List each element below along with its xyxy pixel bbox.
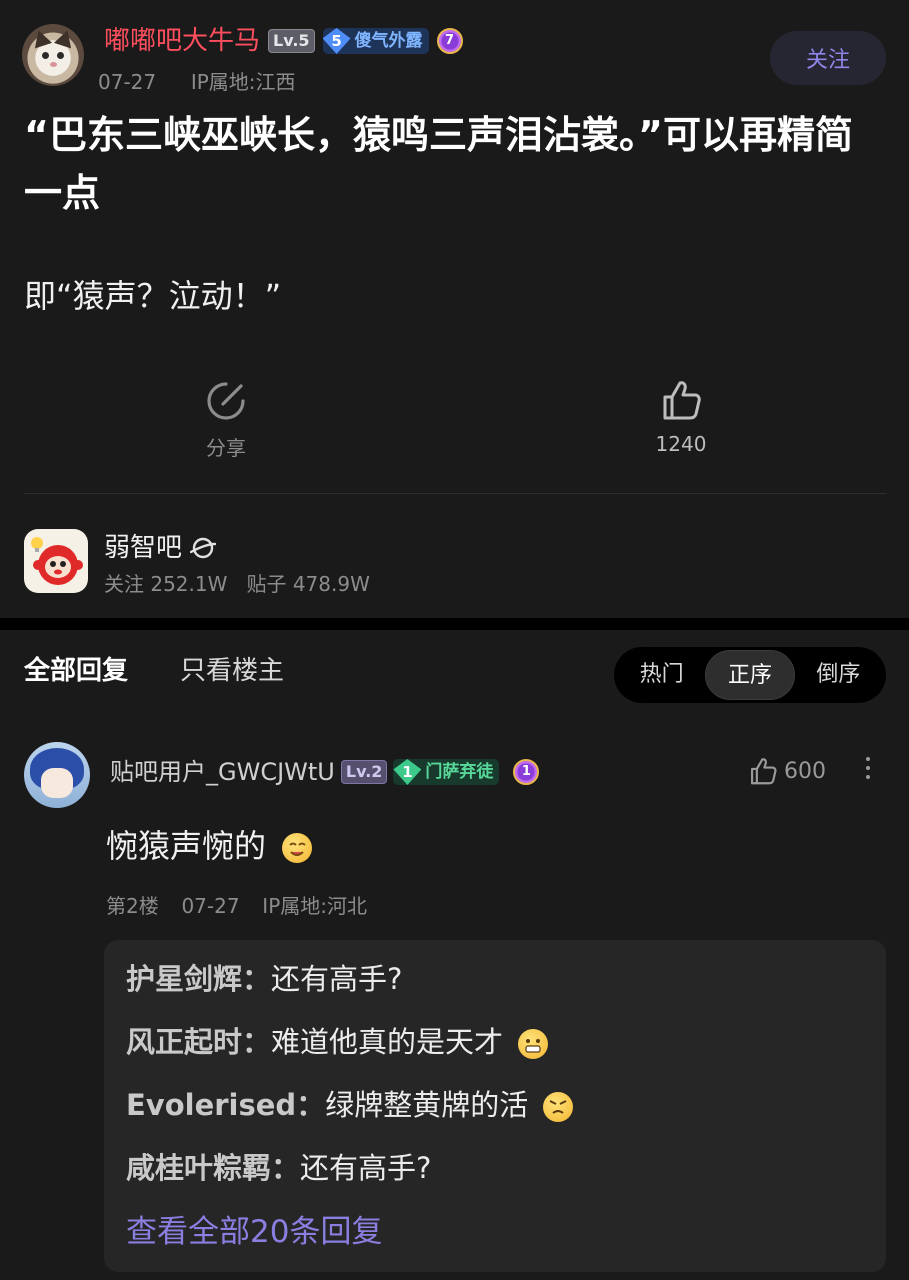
view-all-replies-link[interactable]: 查看全部20条回复	[126, 1210, 864, 1254]
more-options-icon[interactable]	[858, 752, 878, 792]
post-title: “巴东三峡巫峡长，猿鸣三声泪沾裳。”可以再精简一点	[24, 113, 853, 215]
angry-emoji-icon	[543, 1092, 574, 1122]
tab-all-replies[interactable]: 全部回复	[24, 650, 128, 687]
reply-date: 07-27	[181, 894, 240, 918]
thumbs-up-icon	[663, 381, 701, 420]
post-date: 07-27	[98, 70, 157, 94]
forum-stats: 关注 252.1W 贴子 478.9W	[104, 572, 370, 596]
sort-descending[interactable]: 倒序	[795, 650, 882, 700]
section-divider	[0, 618, 909, 630]
forum-mascot-icon	[31, 537, 83, 585]
reply-like-count: 600	[784, 758, 826, 784]
subreply-author[interactable]: 风正起时：	[126, 1025, 271, 1059]
tab-op-only[interactable]: 只看楼主	[180, 650, 284, 687]
subreplies-box[interactable]: 护星剑辉：还有高手? 风正起时：难道他真的是天才 Evolerised：绿牌整黄…	[104, 940, 886, 1272]
subreply-text: 还有高手?	[271, 962, 403, 996]
reply-text-row: 惋猿声惋的	[106, 824, 313, 868]
author-name[interactable]: 嘟嘟吧大牛马	[104, 24, 260, 58]
subreply-text: 难道他真的是天才	[271, 1025, 504, 1059]
title-badge-label: 傻气外露	[354, 31, 423, 51]
level-badge: Lv.5	[268, 29, 315, 53]
title-badge: 5 傻气外露	[322, 28, 429, 54]
follow-button[interactable]: 关注	[770, 31, 886, 85]
subreply-text: 还有高手?	[300, 1151, 432, 1185]
sort-ascending[interactable]: 正序	[705, 650, 795, 700]
subreply-text: 绿牌整黄牌的活	[325, 1088, 529, 1122]
sort-hot[interactable]: 热门	[618, 650, 705, 700]
author-row: 嘟嘟吧大牛马 Lv.5 5 傻气外露 7	[104, 24, 463, 58]
reply-level-badge: Lv.2	[340, 760, 388, 784]
sort-toggle: 热门 正序 倒序	[614, 647, 886, 703]
reply-title-badge: 1 门萨弃徒	[393, 759, 500, 785]
reply-text: 惋猿声惋的	[106, 827, 267, 865]
reply-author-name[interactable]: 贴吧用户_GWCJWtU	[110, 756, 335, 788]
divider	[24, 493, 886, 494]
subreply-item[interactable]: 护星剑辉：还有高手?	[126, 958, 864, 1021]
yummy-emoji-icon	[282, 833, 313, 863]
gem-icon: 1	[393, 759, 422, 785]
reply-meta: 第2楼 07-27 IP属地:河北	[106, 890, 367, 919]
grimace-emoji-icon	[518, 1029, 549, 1059]
author-avatar[interactable]	[22, 24, 84, 86]
reply-avatar[interactable]	[24, 742, 90, 808]
subreply-item[interactable]: 咸桂叶粽羁：还有高手?	[126, 1147, 864, 1210]
share-action[interactable]: 分享	[176, 380, 276, 461]
post-meta: 07-27 IP属地:江西	[98, 66, 296, 95]
planet-icon	[190, 537, 217, 559]
subreply-author[interactable]: 护星剑辉：	[126, 962, 271, 996]
post-ip: IP属地:江西	[190, 70, 296, 94]
reply-like-button[interactable]: 600	[748, 756, 826, 786]
medal-icon: 7	[436, 28, 463, 54]
gem-icon: 5	[322, 28, 351, 54]
reply-title-badge-label: 门萨弃徒	[425, 762, 494, 782]
like-action[interactable]: 1240	[631, 378, 731, 456]
medal-icon: 1	[513, 759, 540, 785]
reply-floor: 第2楼	[106, 894, 159, 918]
share-label: 分享	[206, 436, 246, 460]
forum-name-row[interactable]: 弱智吧	[104, 530, 217, 566]
subreply-item[interactable]: 风正起时：难道他真的是天才	[126, 1021, 864, 1084]
subreply-author[interactable]: 咸桂叶粽羁：	[126, 1151, 300, 1185]
thumbs-up-icon	[751, 758, 777, 785]
reply-ip: IP属地:河北	[262, 894, 367, 918]
forum-icon[interactable]	[24, 529, 88, 593]
share-icon	[207, 382, 245, 420]
reply-author-row: 贴吧用户_GWCJWtU Lv.2 1 门萨弃徒 1	[110, 756, 540, 788]
subreply-author[interactable]: Evolerised：	[126, 1088, 325, 1122]
forum-name: 弱智吧	[104, 533, 183, 563]
post-body: 即“猿声？泣动！”	[24, 277, 282, 315]
subreply-item[interactable]: Evolerised：绿牌整黄牌的活	[126, 1084, 864, 1147]
like-count: 1240	[655, 432, 707, 456]
